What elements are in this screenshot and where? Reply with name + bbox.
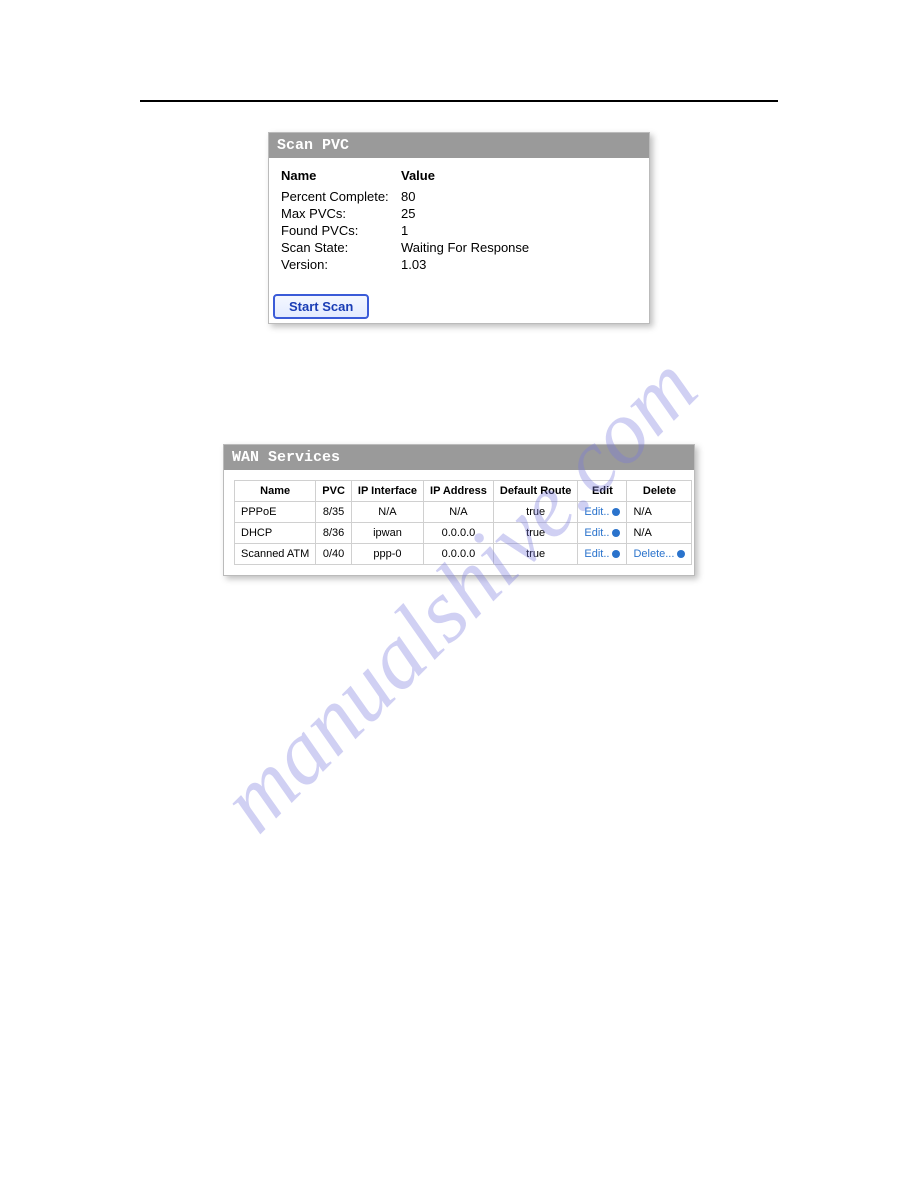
delete-link[interactable]: Delete... xyxy=(633,548,674,560)
scan-pvc-col-value: Value xyxy=(401,168,637,183)
cell-ip: N/A xyxy=(424,502,494,523)
arrow-icon xyxy=(612,508,620,516)
cell-iface: N/A xyxy=(351,502,423,523)
cell-name: DHCP xyxy=(235,523,316,544)
row-value: 1.03 xyxy=(401,257,637,272)
row-label: Version: xyxy=(281,257,401,272)
cell-route: true xyxy=(493,544,578,565)
cell-pvc: 0/40 xyxy=(316,544,352,565)
cell-route: true xyxy=(493,502,578,523)
scan-pvc-panel: Scan PVC Name Value Percent Complete:80 … xyxy=(268,132,650,324)
col-iface: IP Interface xyxy=(351,481,423,502)
table-row: Scanned ATM 0/40 ppp-0 0.0.0.0 true Edit… xyxy=(235,544,692,565)
table-row: PPPoE 8/35 N/A N/A true Edit.. N/A xyxy=(235,502,692,523)
cell-iface: ipwan xyxy=(351,523,423,544)
arrow-icon xyxy=(612,550,620,558)
col-delete: Delete xyxy=(627,481,692,502)
row-label: Found PVCs: xyxy=(281,223,401,238)
cell-name: PPPoE xyxy=(235,502,316,523)
row-value: Waiting For Response xyxy=(401,240,637,255)
scan-pvc-title: Scan PVC xyxy=(269,133,649,158)
wan-services-title: WAN Services xyxy=(224,445,694,470)
row-value: 1 xyxy=(401,223,637,238)
watermark: manualshive.com xyxy=(201,336,717,852)
row-label: Scan State: xyxy=(281,240,401,255)
cell-ip: 0.0.0.0 xyxy=(424,544,494,565)
cell-pvc: 8/35 xyxy=(316,502,352,523)
arrow-icon xyxy=(612,529,620,537)
col-pvc: PVC xyxy=(316,481,352,502)
arrow-icon xyxy=(677,550,685,558)
col-name: Name xyxy=(235,481,316,502)
cell-name: Scanned ATM xyxy=(235,544,316,565)
divider xyxy=(140,100,778,102)
row-label: Max PVCs: xyxy=(281,206,401,221)
cell-iface: ppp-0 xyxy=(351,544,423,565)
cell-route: true xyxy=(493,523,578,544)
edit-link[interactable]: Edit.. xyxy=(584,527,609,539)
cell-ip: 0.0.0.0 xyxy=(424,523,494,544)
cell-delete: N/A xyxy=(627,523,692,544)
start-scan-button[interactable]: Start Scan xyxy=(273,294,369,319)
cell-delete: N/A xyxy=(627,502,692,523)
row-label: Percent Complete: xyxy=(281,189,401,204)
row-value: 80 xyxy=(401,189,637,204)
wan-services-panel: WAN Services Name PVC IP Interface IP Ad… xyxy=(223,444,695,576)
edit-link[interactable]: Edit.. xyxy=(584,548,609,560)
scan-pvc-col-name: Name xyxy=(281,168,401,183)
col-edit: Edit xyxy=(578,481,627,502)
edit-link[interactable]: Edit.. xyxy=(584,506,609,518)
table-row: DHCP 8/36 ipwan 0.0.0.0 true Edit.. N/A xyxy=(235,523,692,544)
wan-services-table: Name PVC IP Interface IP Address Default… xyxy=(234,480,692,565)
col-ip: IP Address xyxy=(424,481,494,502)
col-route: Default Route xyxy=(493,481,578,502)
cell-pvc: 8/36 xyxy=(316,523,352,544)
row-value: 25 xyxy=(401,206,637,221)
